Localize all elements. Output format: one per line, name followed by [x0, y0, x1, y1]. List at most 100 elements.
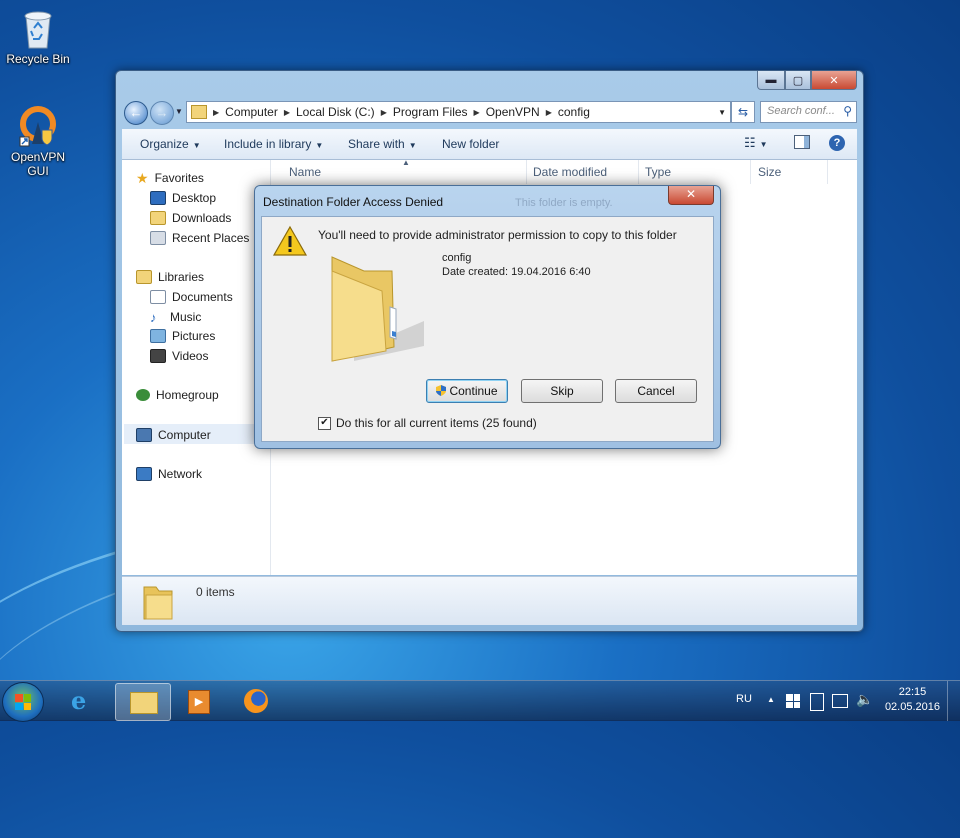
skip-label: Skip	[550, 384, 574, 398]
breadcrumb-separator-icon: ▶	[283, 107, 290, 117]
navigation-bar: ← → ▼ ▶ Computer ▶ Local Disk (C:) ▶ Pro…	[122, 99, 857, 125]
column-header-name[interactable]: Name	[289, 160, 321, 184]
close-button[interactable]: ✕	[811, 71, 857, 90]
sort-ascending-icon: ▲	[402, 158, 410, 167]
cancel-button[interactable]: Cancel	[615, 379, 697, 403]
windows-logo-icon	[15, 694, 31, 710]
folder-icon	[140, 583, 176, 624]
nav-label: Pictures	[172, 329, 216, 343]
column-header-size[interactable]: Size	[758, 160, 781, 184]
device-icon[interactable]	[810, 693, 824, 711]
homegroup-icon	[136, 389, 150, 401]
continue-label: Continue	[449, 384, 498, 398]
column-header-date-modified[interactable]: Date modified	[533, 160, 607, 184]
folder-icon	[191, 105, 207, 119]
address-bar[interactable]: ▶ Computer ▶ Local Disk (C:) ▶ Program F…	[186, 101, 731, 123]
nav-item-videos[interactable]: Videos	[150, 347, 208, 365]
skip-button[interactable]: Skip	[521, 379, 603, 403]
nav-item-homegroup[interactable]: Homegroup	[136, 386, 219, 404]
desktop-icon	[150, 191, 166, 205]
desktop-icon-label: Recycle Bin	[6, 52, 70, 66]
volume-icon[interactable]: 🔈	[856, 691, 873, 708]
maximize-button[interactable]: ▢	[785, 71, 811, 90]
breadcrumb-openvpn[interactable]: OpenVPN	[486, 105, 540, 119]
system-clock[interactable]: 22:15 02.05.2016	[885, 685, 940, 715]
help-icon: ?	[833, 137, 841, 149]
share-with-button[interactable]: Share with ▼	[348, 137, 417, 151]
column-divider	[526, 160, 527, 184]
taskbar-app-internet-explorer[interactable]: e	[56, 683, 110, 719]
recent-places-icon	[150, 231, 166, 245]
language-indicator[interactable]: RU	[736, 693, 752, 705]
show-hidden-icons-button[interactable]: ▲	[767, 695, 775, 704]
nav-label: Music	[170, 310, 202, 324]
refresh-button[interactable]: ⇆	[731, 101, 755, 123]
forward-button[interactable]: →	[150, 101, 174, 125]
uac-shield-icon	[436, 381, 447, 396]
recent-pages-chevron-icon[interactable]: ▼	[175, 107, 183, 116]
column-label: Type	[645, 165, 672, 179]
large-folder-icon	[324, 251, 434, 374]
nav-item-libraries[interactable]: Libraries	[136, 268, 204, 286]
new-folder-button[interactable]: New folder	[442, 137, 499, 151]
nav-item-documents[interactable]: Documents	[150, 288, 233, 306]
column-header-type[interactable]: Type	[645, 160, 671, 184]
action-center-icon[interactable]	[786, 694, 800, 708]
desktop-icon-recycle-bin[interactable]: Recycle Bin	[0, 6, 76, 66]
nav-item-downloads[interactable]: Downloads	[150, 209, 231, 227]
cancel-label: Cancel	[637, 384, 675, 398]
breadcrumb-program-files[interactable]: Program Files	[393, 105, 468, 119]
nav-item-network[interactable]: Network	[136, 465, 202, 483]
breadcrumb-config[interactable]: config	[558, 105, 590, 119]
address-dropdown-icon[interactable]: ▼	[718, 108, 726, 117]
downloads-folder-icon	[150, 211, 166, 225]
window-caption-buttons: ▬ ▢ ✕	[757, 71, 857, 90]
organize-button[interactable]: Organize ▼	[140, 137, 201, 151]
help-button[interactable]: ?	[829, 135, 845, 151]
start-button[interactable]	[2, 682, 44, 722]
close-icon: ✕	[829, 74, 839, 87]
new-folder-label: New folder	[442, 137, 500, 151]
nav-label: Videos	[172, 349, 209, 363]
breadcrumb-computer[interactable]: Computer	[225, 105, 278, 119]
taskbar-app-firefox[interactable]	[229, 683, 283, 719]
nav-label: Desktop	[172, 191, 217, 205]
breadcrumb-separator-icon: ▶	[380, 107, 387, 117]
nav-label: Documents	[172, 290, 233, 304]
taskbar-app-explorer[interactable]	[115, 683, 171, 721]
continue-button[interactable]: Continue	[426, 379, 508, 403]
forward-arrow-icon: →	[155, 105, 169, 120]
preview-pane-button[interactable]	[794, 135, 810, 149]
firefox-icon	[244, 689, 268, 713]
desktop-icon-openvpn[interactable]: OpenVPN GUI	[0, 104, 76, 178]
nav-item-pictures[interactable]: Pictures	[150, 327, 215, 345]
recycle-bin-icon	[18, 6, 58, 50]
search-input[interactable]: Search conf... ⚲	[760, 101, 857, 123]
libraries-icon	[136, 270, 152, 284]
minimize-button[interactable]: ▬	[757, 71, 785, 90]
apply-to-all-checkbox[interactable]: ✔ Do this for all current items (25 foun…	[318, 416, 537, 430]
chevron-down-icon: ▼	[315, 141, 324, 150]
view-options-button[interactable]: ☷ ▼	[744, 135, 768, 151]
nav-item-recent-places[interactable]: Recent Places	[150, 229, 249, 247]
show-desktop-button[interactable]	[947, 681, 960, 721]
taskbar-app-media-player[interactable]: ▶	[172, 683, 226, 719]
nav-item-desktop[interactable]: Desktop	[150, 189, 216, 207]
nav-item-music[interactable]: ♪ Music	[150, 308, 201, 326]
network-tray-icon[interactable]	[832, 694, 848, 708]
clock-date: 02.05.2016	[884, 701, 940, 713]
refresh-icon: ⇆	[737, 105, 749, 119]
include-in-library-button[interactable]: Include in library ▼	[224, 137, 323, 151]
openvpn-icon	[18, 104, 58, 148]
include-label: Include in library	[224, 137, 312, 151]
clock-time: 22:15	[898, 686, 927, 698]
nav-item-computer[interactable]: Computer	[136, 426, 211, 444]
nav-item-favorites[interactable]: ★ Favorites	[136, 169, 204, 187]
maximize-icon: ▢	[792, 74, 804, 87]
videos-icon	[150, 349, 166, 363]
breadcrumb-local-disk[interactable]: Local Disk (C:)	[296, 105, 375, 119]
back-button[interactable]: ←	[124, 101, 148, 125]
dialog-close-button[interactable]: ✕	[668, 186, 714, 205]
column-divider	[638, 160, 639, 184]
checkbox-label: Do this for all current items (25 found)	[336, 416, 537, 430]
